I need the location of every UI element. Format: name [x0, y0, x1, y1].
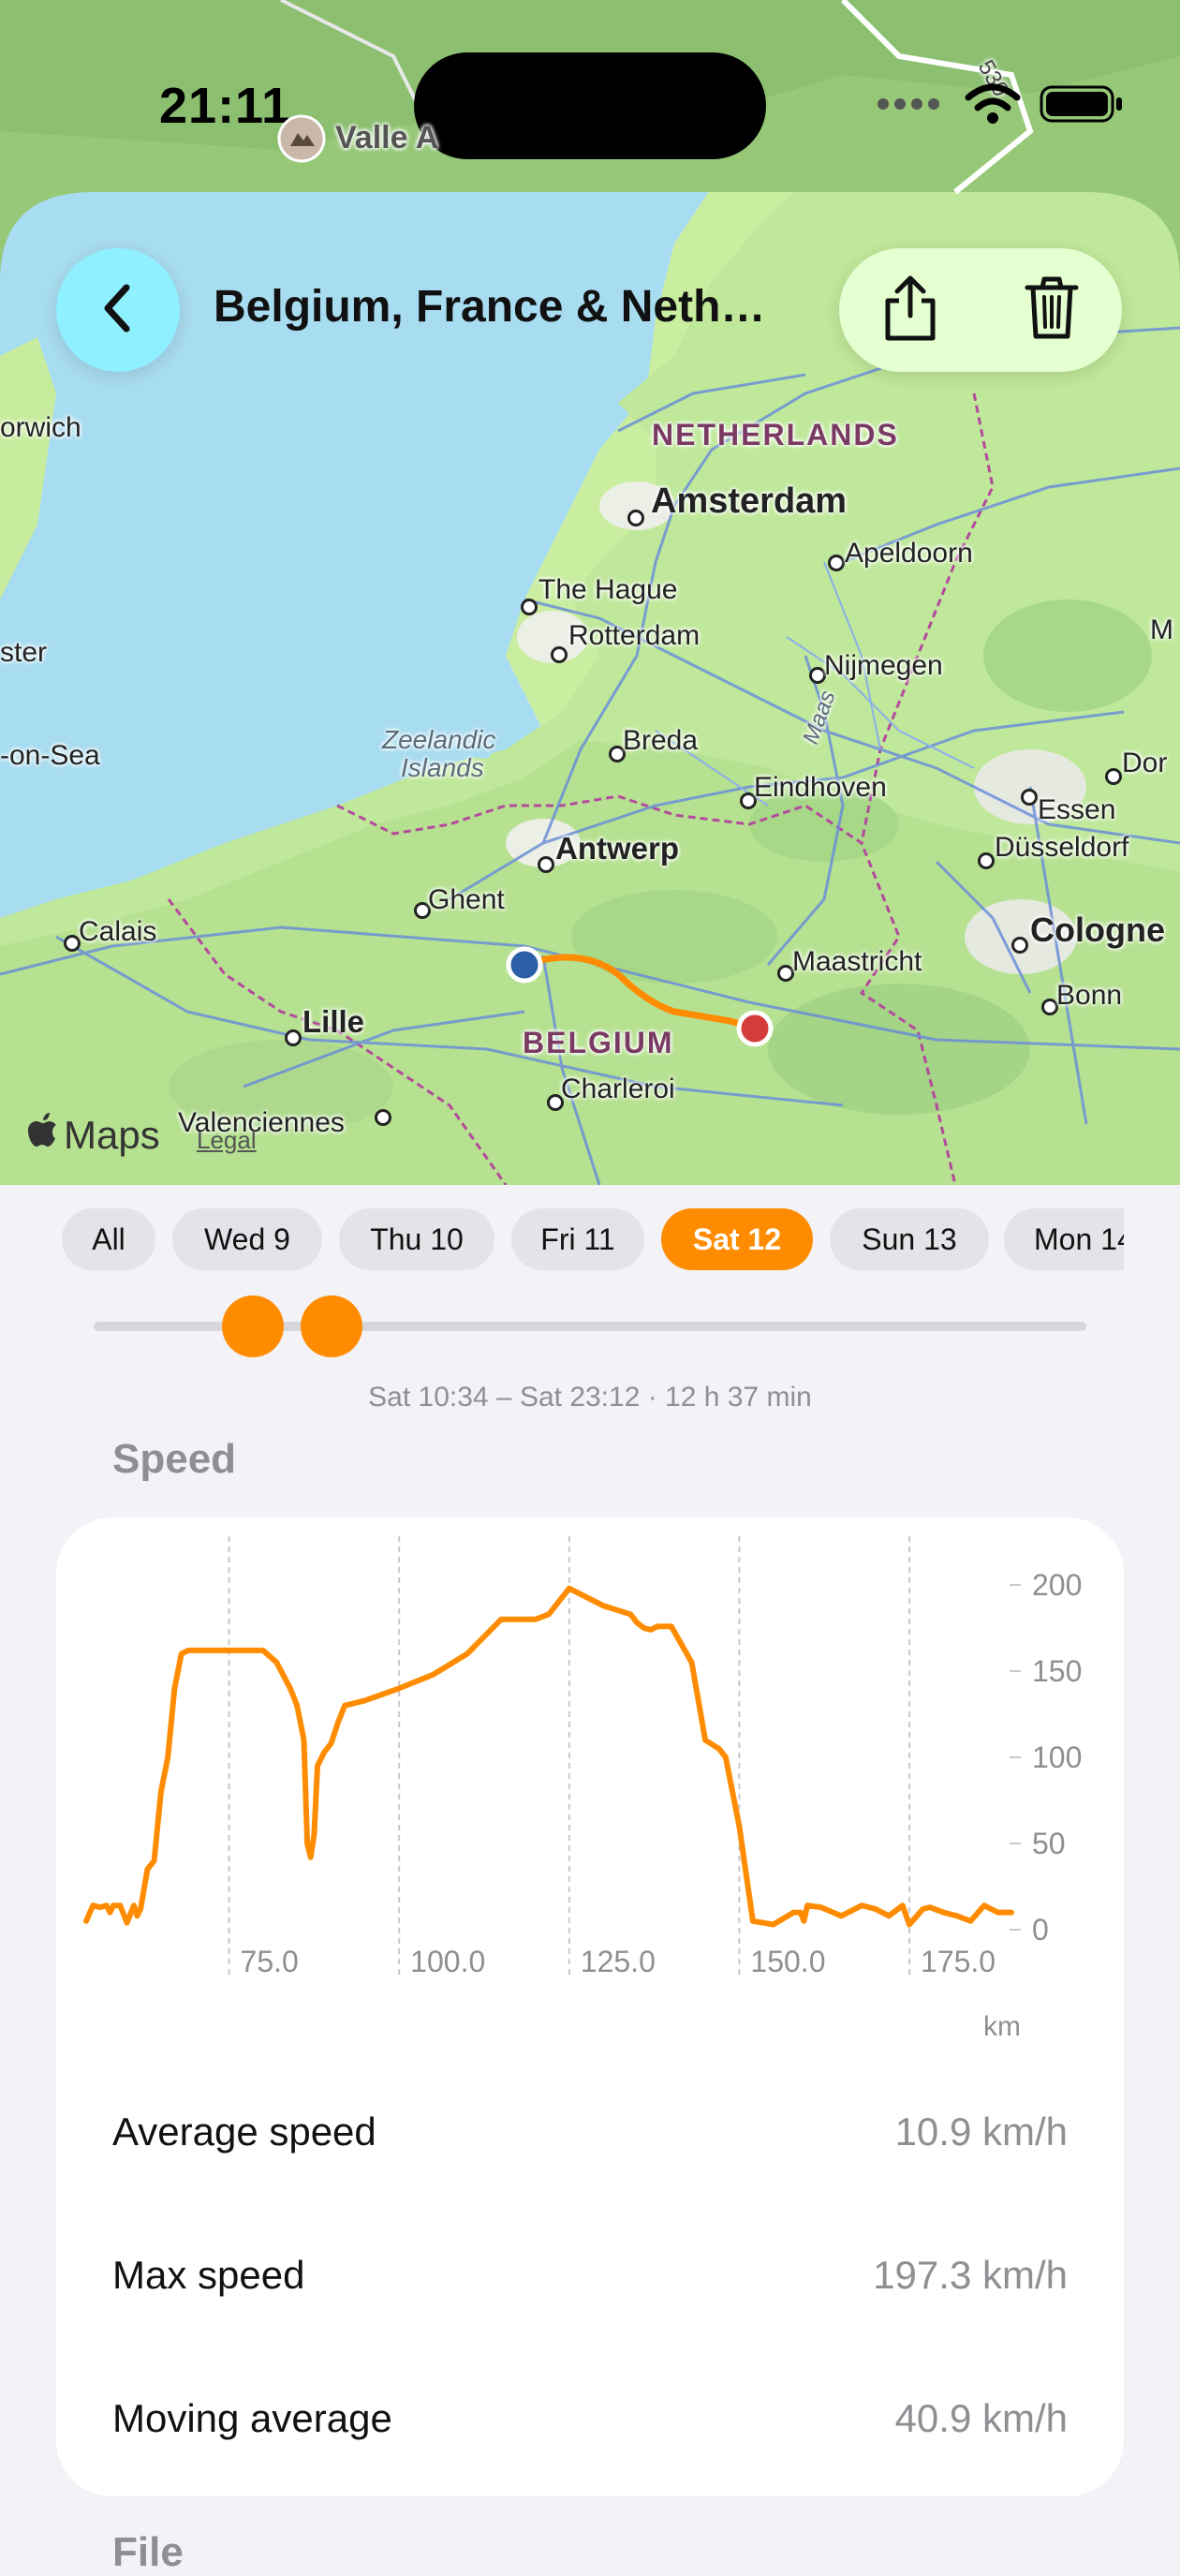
x-tick-label: 100.0: [410, 1945, 485, 1978]
city-label-charleroi: Charleroi: [561, 1073, 675, 1104]
city-label-norwich: orwich: [0, 412, 81, 443]
city-label-rotterdam: Rotterdam: [568, 620, 701, 651]
speed-card: 75.0 100.0 125.0 150.0 175.0 200 150 100 50 0 km A…: [56, 1517, 1124, 2496]
day-chip-thu-10[interactable]: Thu 10: [339, 1208, 494, 1270]
status-icons: [876, 82, 1124, 130]
day-chip-label: Wed 9: [204, 1221, 290, 1256]
city-dot: [1105, 768, 1122, 785]
trip-title: Belgium, France & Neth…: [214, 282, 766, 332]
x-tick-label: 175.0: [921, 1945, 996, 1978]
city-dot: [551, 646, 568, 663]
day-chip-label: Thu 10: [370, 1221, 464, 1256]
file-section-title: File: [112, 2529, 184, 2575]
city-label-bonn: Bonn: [1056, 980, 1123, 1011]
day-chip-all[interactable]: All: [62, 1208, 155, 1270]
back-button[interactable]: [56, 248, 180, 372]
signal-icon: [876, 95, 941, 118]
day-chip-sat-12[interactable]: Sat 12: [661, 1208, 813, 1270]
city-label-eindhoven: Eindhoven: [754, 772, 887, 803]
header-actions: [839, 248, 1122, 372]
day-chip-label: Sat 12: [692, 1221, 782, 1256]
city-label-nijmegen: Nijmegen: [824, 650, 943, 681]
city-label-the-hague: The Hague: [538, 574, 678, 605]
water-label-islands: Islands: [401, 753, 484, 782]
city-label-lille: Lille: [302, 1004, 365, 1039]
stat-value-moving-average: 40.9 km/h: [894, 2396, 1068, 2440]
apple-logo-icon: [28, 1113, 58, 1158]
delete-button[interactable]: [1000, 259, 1103, 362]
maps-attribution-label: Maps: [64, 1113, 160, 1157]
city-label-dor: Dor: [1122, 748, 1168, 778]
city-dot: [627, 510, 644, 526]
day-chip-wed-9[interactable]: Wed 9: [172, 1208, 322, 1270]
y-tick-label: 0: [1032, 1913, 1049, 1947]
day-chip-fri-11[interactable]: Fri 11: [511, 1208, 644, 1270]
city-label-apeldoorn: Apeldoorn: [845, 538, 973, 569]
y-tick-label: 150: [1032, 1654, 1082, 1688]
day-chip-label: Fri 11: [540, 1221, 615, 1256]
city-label-m: M: [1150, 614, 1173, 645]
city-label-cologne: Cologne: [1030, 910, 1165, 949]
city-dot: [828, 555, 845, 571]
city-dot: [538, 856, 554, 873]
dynamic-island: [414, 52, 766, 159]
day-chip-sun-13[interactable]: Sun 13: [830, 1208, 989, 1270]
legal-link[interactable]: Legal: [197, 1126, 257, 1155]
city-label-essen: Essen: [1038, 794, 1116, 825]
speed-section-title: Speed: [112, 1436, 237, 1482]
city-dot: [1021, 789, 1038, 806]
stat-label-average-speed: Average speed: [112, 2110, 376, 2154]
speed-chart[interactable]: 75.0 100.0 125.0 150.0 175.0 200 150 100 50 0 km: [56, 1517, 1124, 2042]
apple-maps-logo: Maps: [28, 1113, 160, 1158]
city-label-breda: Breda: [623, 725, 699, 756]
chevron-left-icon: [95, 280, 141, 341]
x-tick-label: 75.0: [241, 1945, 299, 1978]
share-button[interactable]: [859, 259, 962, 362]
range-end-thumb[interactable]: [301, 1295, 363, 1357]
city-label-maastricht: Maastricht: [792, 946, 922, 977]
city-dot: [375, 1109, 391, 1126]
y-tick-label: 100: [1032, 1740, 1082, 1774]
day-chip-mon-14[interactable]: Mon 14: [1004, 1208, 1124, 1270]
city-label-on-sea: -on-Sea: [0, 740, 100, 771]
city-label-antwerp: Antwerp: [555, 831, 679, 866]
battery-icon: [1040, 83, 1124, 129]
x-unit-label: km: [983, 2011, 1021, 2042]
city-label-dusseldorf: Düsseldorf: [995, 832, 1129, 863]
day-filter-chips: All Wed 9 Thu 10 Fri 11 Sat 12 Sun 13 Mo…: [62, 1208, 1124, 1274]
country-label-belgium: BELGIUM: [523, 1026, 674, 1059]
city-dot: [285, 1029, 302, 1046]
city-dot: [978, 852, 995, 869]
water-label-zeelandic: Zeelandic: [382, 725, 496, 754]
country-label-netherlands: NETHERLANDS: [652, 418, 899, 452]
trash-icon: [1024, 274, 1080, 347]
status-time: 21:11: [159, 78, 291, 134]
x-tick-label: 125.0: [581, 1945, 656, 1978]
city-label-calais: Calais: [79, 916, 157, 947]
poi-pin-icon: [277, 114, 326, 168]
y-tick-label: 200: [1032, 1568, 1082, 1602]
city-dot: [1011, 937, 1028, 954]
stat-value-average-speed: 10.9 km/h: [894, 2110, 1068, 2154]
poi-label: Valle A: [335, 120, 439, 155]
wifi-icon: [965, 82, 1021, 130]
city-label-ghent: Ghent: [428, 884, 505, 915]
city-dot: [521, 599, 538, 615]
day-chip-label: Mon 14: [1034, 1221, 1124, 1256]
city-label-ster: ster: [0, 637, 48, 668]
time-range-label: Sat 10:34 – Sat 23:12 · 12 h 37 min: [368, 1382, 812, 1413]
stat-label-max-speed: Max speed: [112, 2253, 305, 2297]
share-icon: [880, 274, 940, 347]
day-chip-label: All: [92, 1221, 125, 1256]
route-map[interactable]: 21:11 Valle A 530 NETHERLANDS BELGIUM Am…: [0, 0, 1180, 1185]
speed-series-line: [83, 1585, 1014, 1928]
stat-value-max-speed: 197.3 km/h: [873, 2253, 1068, 2297]
range-start-thumb[interactable]: [221, 1295, 284, 1357]
y-tick-label: 50: [1032, 1827, 1066, 1860]
stat-label-moving-average: Moving average: [112, 2396, 392, 2440]
x-tick-label: 150.0: [750, 1945, 825, 1978]
city-label-amsterdam: Amsterdam: [651, 481, 848, 521]
day-chip-label: Sun 13: [862, 1221, 957, 1256]
